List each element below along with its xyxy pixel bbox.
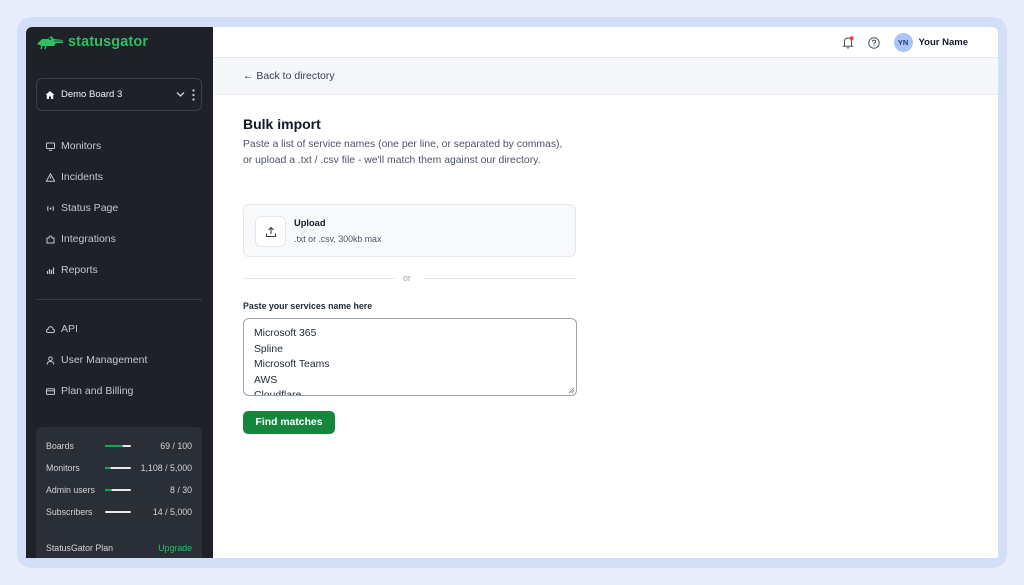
bell-icon[interactable] xyxy=(841,36,854,49)
app-window: statusgator Demo Board 3 Monitors Incide… xyxy=(26,27,998,558)
cloud-icon xyxy=(46,325,55,333)
sidebar-item-integrations[interactable]: Integrations xyxy=(46,232,116,246)
sidebar-item-status-page[interactable]: Status Page xyxy=(46,201,118,215)
upload-title: Upload xyxy=(294,218,326,228)
brand-name: statusgator xyxy=(68,34,149,50)
or-label: or xyxy=(403,273,411,283)
usage-label: Boards xyxy=(46,441,74,451)
sidebar-item-label: API xyxy=(61,323,78,335)
bar-chart-icon xyxy=(46,267,55,274)
credit-card-icon xyxy=(46,387,55,395)
service-line: Spline xyxy=(254,343,283,355)
sidebar-item-api[interactable]: API xyxy=(46,322,78,336)
avatar[interactable]: YN xyxy=(893,33,913,52)
upload-hint: .txt or .csv, 300kb max xyxy=(294,234,382,244)
gator-logo-icon xyxy=(37,36,63,50)
brand[interactable]: statusgator xyxy=(36,33,148,51)
service-line: AWS xyxy=(254,374,278,386)
or-divider-right xyxy=(424,278,576,279)
help-icon[interactable] xyxy=(867,36,880,49)
service-line: Cloudflare xyxy=(254,390,302,396)
back-to-directory-link[interactable]: ← Back to directory xyxy=(243,70,335,82)
usage-bar xyxy=(105,489,131,491)
or-divider-left xyxy=(243,278,395,279)
upload-button[interactable] xyxy=(255,216,286,247)
sidebar-item-label: Reports xyxy=(61,264,98,276)
kebab-menu-icon[interactable] xyxy=(192,89,195,101)
user-icon xyxy=(46,356,55,365)
sidebar-item-label: Status Page xyxy=(61,202,119,214)
plan-row: StatusGator Plan Upgrade xyxy=(46,543,192,553)
sidebar-divider xyxy=(36,299,202,300)
puzzle-icon xyxy=(46,234,55,243)
resize-grip-icon[interactable] xyxy=(568,387,574,393)
sidebar: statusgator Demo Board 3 Monitors Incide… xyxy=(26,27,213,558)
sidebar-item-label: Integrations xyxy=(61,233,116,245)
sidebar-item-label: Plan and Billing xyxy=(61,385,134,397)
sidebar-item-incidents[interactable]: Incidents xyxy=(46,170,103,184)
service-line: Microsoft Teams xyxy=(254,359,330,370)
home-icon xyxy=(45,90,55,99)
services-textarea[interactable]: Microsoft 365 Spline Microsoft Teams AWS… xyxy=(243,318,577,396)
username[interactable]: Your Name xyxy=(919,37,968,48)
usage-value: 1,108 / 5,000 xyxy=(140,463,192,473)
usage-value: 14 / 5,000 xyxy=(152,507,192,517)
sidebar-item-label: Incidents xyxy=(61,171,104,183)
page-title: Bulk import xyxy=(243,116,321,132)
sidebar-item-label: Monitors xyxy=(61,140,102,152)
usage-row-subscribers: Subscribers 14 / 5,000 xyxy=(46,506,192,518)
top-actions: YN Your Name xyxy=(841,33,968,52)
page-description: Paste a list of service names (one per l… xyxy=(243,139,563,166)
usage-row-monitors: Monitors 1,108 / 5,000 xyxy=(46,462,192,474)
broadcast-icon xyxy=(47,205,54,211)
upload-icon xyxy=(265,226,276,237)
warning-icon xyxy=(46,172,55,182)
sidebar-item-plan-billing[interactable]: Plan and Billing xyxy=(46,384,133,398)
usage-label: Admin users xyxy=(46,485,95,495)
sidebar-item-monitors[interactable]: Monitors xyxy=(46,139,101,153)
upgrade-link[interactable]: Upgrade xyxy=(158,543,192,553)
monitor-icon xyxy=(46,142,55,151)
sub-bar: ← Back to directory xyxy=(213,58,998,95)
upload-dropzone[interactable]: Upload .txt or .csv, 300kb max xyxy=(243,204,576,257)
usage-row-admin-users: Admin users 8 / 30 xyxy=(46,484,192,496)
usage-value: 69 / 100 xyxy=(160,441,192,451)
usage-value: 8 / 30 xyxy=(169,485,192,495)
usage-bar xyxy=(105,467,131,469)
plan-label: StatusGator Plan xyxy=(46,543,113,553)
usage-bar xyxy=(105,445,131,447)
service-line: Microsoft 365 xyxy=(254,328,317,339)
sidebar-item-reports[interactable]: Reports xyxy=(46,263,98,277)
usage-label: Monitors xyxy=(46,463,80,473)
sidebar-item-label: User Management xyxy=(61,354,148,366)
usage-panel: Boards 69 / 100 Monitors 1,108 / 5,000 A… xyxy=(36,427,202,558)
usage-row-boards: Boards 69 / 100 xyxy=(46,440,192,452)
sidebar-item-user-management[interactable]: User Management xyxy=(46,353,147,367)
paste-label: Paste your services name here xyxy=(243,301,373,311)
board-selector[interactable]: Demo Board 3 xyxy=(36,78,202,111)
usage-bar xyxy=(105,511,131,513)
top-bar: YN Your Name xyxy=(213,27,998,58)
board-name: Demo Board 3 xyxy=(61,89,123,100)
find-matches-button[interactable]: Find matches xyxy=(243,411,335,434)
chevron-down-icon[interactable] xyxy=(176,91,185,98)
usage-label: Subscribers xyxy=(46,507,93,517)
